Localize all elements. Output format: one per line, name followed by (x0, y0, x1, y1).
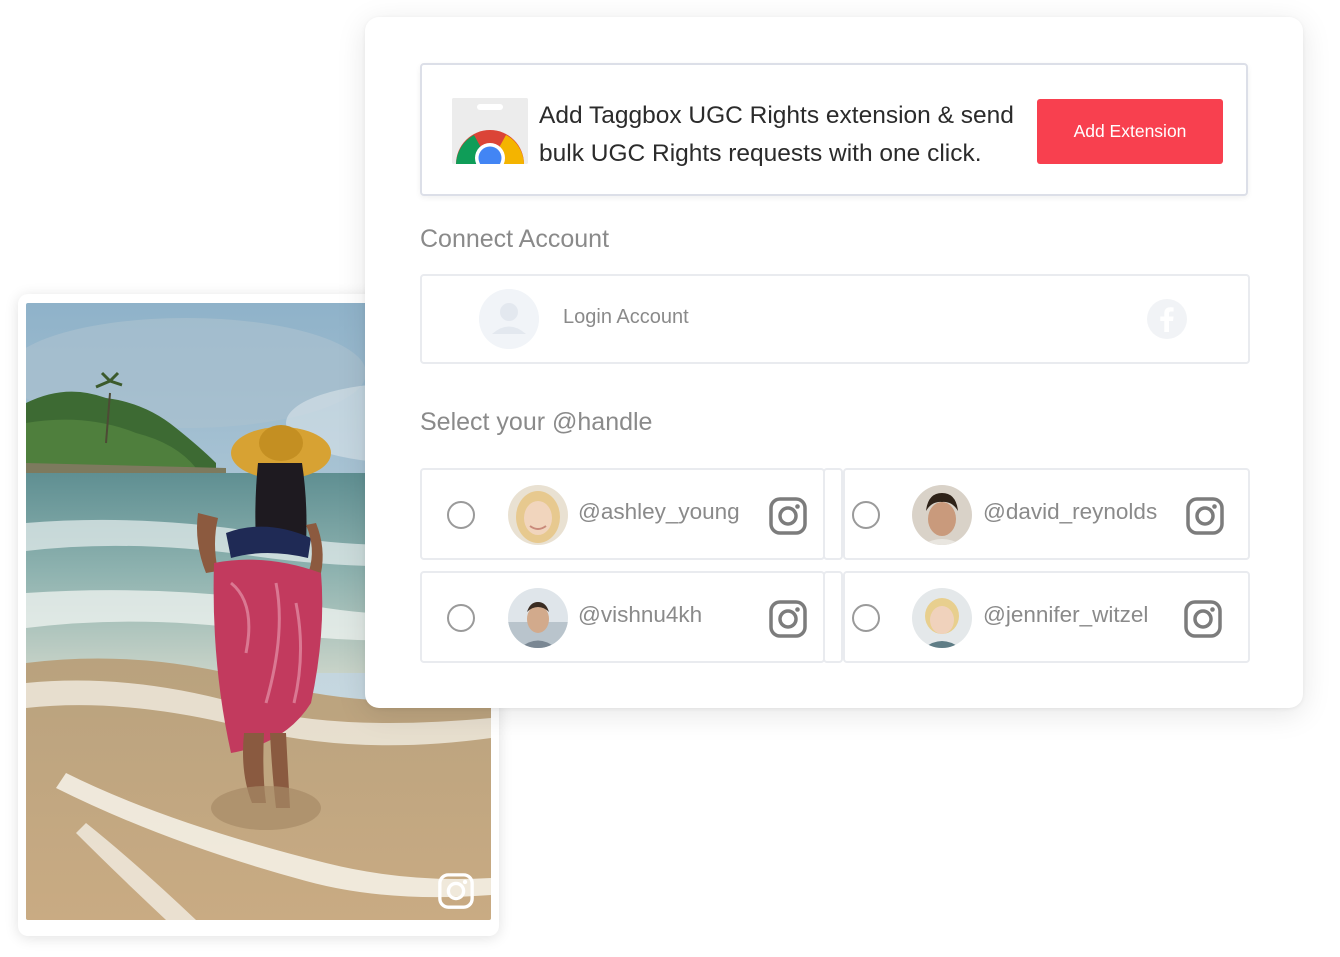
handle-card-vishnu4kh[interactable]: @vishnu4kh (420, 571, 825, 663)
chrome-web-store-icon (452, 98, 528, 164)
handle-divider (823, 571, 843, 663)
extension-description: Add Taggbox UGC Rights extension & send … (539, 102, 1014, 167)
ugc-rights-panel: Add Taggbox UGC Rights extension & send … (365, 17, 1303, 708)
handle-radio[interactable] (447, 604, 475, 632)
handle-radio[interactable] (447, 501, 475, 529)
user-placeholder-icon (479, 289, 539, 349)
handle-name: @david_reynolds (983, 499, 1158, 524)
instagram-icon (1184, 600, 1222, 638)
instagram-icon (438, 873, 474, 909)
select-handle-title: Select your @handle (420, 408, 653, 436)
avatar (912, 485, 972, 545)
handle-name: @vishnu4kh (578, 602, 703, 627)
instagram-icon (769, 600, 807, 638)
handle-name: @ashley_young (578, 499, 740, 524)
handle-name: @jennifer_witzel (983, 602, 1149, 627)
avatar (508, 588, 568, 648)
handle-card-jennifer-witzel[interactable]: @jennifer_witzel (843, 571, 1250, 663)
handle-divider (823, 468, 843, 560)
add-extension-button[interactable]: Add Extension (1037, 99, 1223, 164)
connect-account-title: Connect Account (420, 225, 610, 253)
facebook-icon (1147, 299, 1187, 339)
handle-radio[interactable] (852, 604, 880, 632)
instagram-icon (1186, 497, 1224, 535)
instagram-icon (769, 497, 807, 535)
avatar (508, 485, 568, 545)
handle-radio[interactable] (852, 501, 880, 529)
avatar (912, 588, 972, 648)
handle-card-ashley-young[interactable]: @ashley_young (420, 468, 825, 560)
extension-banner: Add Taggbox UGC Rights extension & send … (420, 63, 1248, 196)
login-account-label: Login Account (563, 306, 689, 328)
login-account-button[interactable]: Login Account (420, 274, 1250, 364)
handle-card-david-reynolds[interactable]: @david_reynolds (843, 468, 1250, 560)
